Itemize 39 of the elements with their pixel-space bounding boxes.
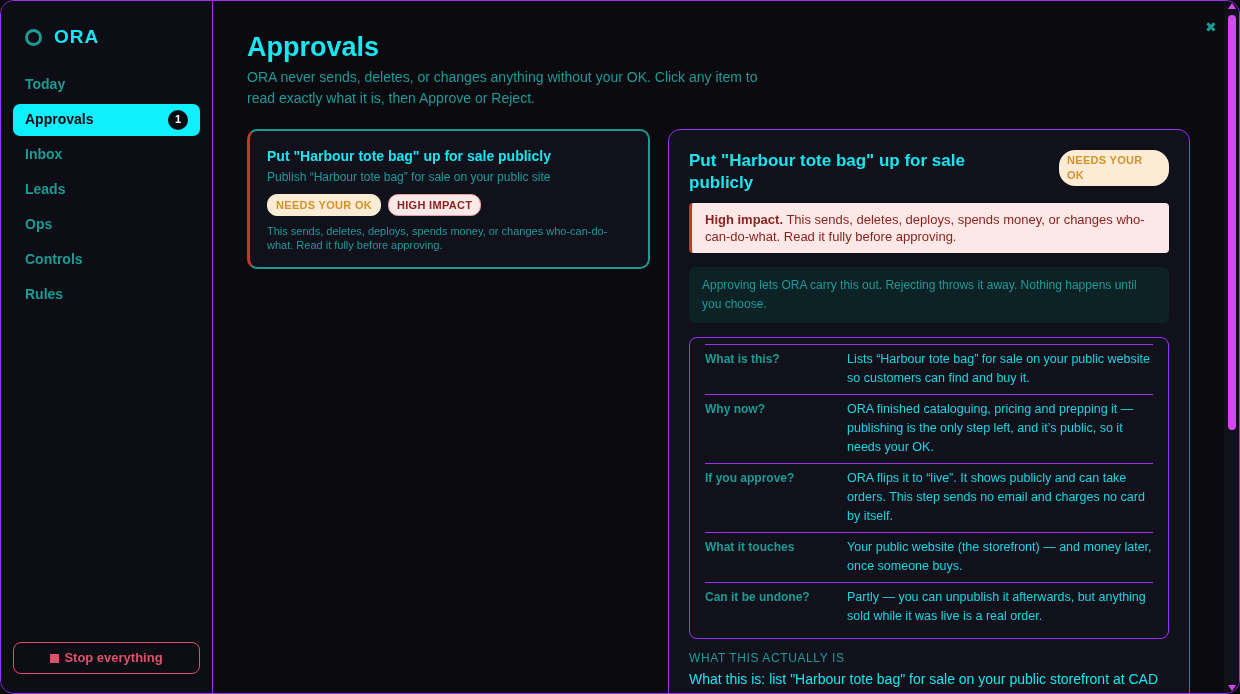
- fact-label: What is this?: [705, 351, 781, 368]
- nav-item[interactable]: Ops: [13, 208, 200, 241]
- close-button[interactable]: ✖: [1205, 19, 1217, 35]
- fact-value: Partly — you can unpublish it afterwards, but anything sold while it was live is a real order.: [847, 589, 1147, 625]
- fact-label: Can it be undone?: [705, 589, 811, 606]
- fact-value: ORA flips it to “live”. It shows publicly and can take orders. This step sends no email and charges no card by itself.: [847, 470, 1146, 525]
- fact-value: Your public website (the storefront) — and money later, once someone buys.: [847, 539, 1153, 575]
- page-title: Approvals: [247, 31, 381, 63]
- fact-value: ORA finished cataloguing, pricing and prepping it — publishing is the only step left, and it’s public, so it needs your OK.: [847, 401, 1135, 456]
- count-badge: 1: [168, 109, 188, 130]
- scroll-up-arrow-icon: [1227, 3, 1236, 9]
- logo-ring-icon: [25, 28, 42, 46]
- card-summary: Publish “Harbour tote bag” for sale on your public site: [267, 169, 552, 185]
- alert-message: High impact. This sends, deletes, deploys, spends money, or changes who-can-do-what. Read it fully before approving.: [689, 203, 1169, 253]
- nav-item[interactable]: Today: [13, 68, 200, 101]
- page-subtitle: ORA never sends, deletes, or changes anything without your OK. Click any item to read exactly what it is, then Approve or Reject.: [247, 68, 759, 108]
- scroll-down-arrow-icon: [1227, 685, 1236, 691]
- nav-item[interactable]: Approvals 1: [13, 103, 200, 136]
- stop-button[interactable]: Stop everything: [13, 642, 200, 674]
- info-message: Approving lets ORA carry this out. Rejecting throws it away. Nothing happens until you choose.: [689, 267, 1169, 323]
- detail-title: Put "Harbour tote bag" up for sale publicly: [689, 150, 966, 194]
- nav-item[interactable]: Controls: [13, 243, 200, 276]
- status-badge: NEEDS YOUR OK: [1059, 150, 1169, 186]
- section-label: WHAT THIS ACTUALLY IS: [689, 650, 846, 667]
- fact-label: If you approve?: [705, 470, 796, 487]
- section-text: What this is: list "Harbour tote bag" for sale on your public storefront at CAD: [689, 670, 1160, 688]
- nav-item[interactable]: Inbox: [13, 138, 200, 171]
- nav-item[interactable]: Rules: [13, 278, 200, 311]
- card-title: Put "Harbour tote bag" up for sale publicly: [267, 147, 552, 165]
- nav-item[interactable]: Leads: [13, 173, 200, 206]
- logo-text: ORA: [54, 25, 100, 49]
- stop-icon: [50, 653, 60, 663]
- tag-badge: NEEDS YOUR OK: [267, 194, 381, 216]
- card-note: This sends, deletes, deploys, spends money, or changes who-can-do-what. Read it fully before approving.: [267, 224, 609, 252]
- fact-label: What it touches: [705, 539, 796, 556]
- fact-label: Why now?: [705, 401, 766, 418]
- approval-card[interactable]: [247, 129, 650, 269]
- tag-badge: HIGH IMPACT: [388, 194, 482, 216]
- fact-value: Lists “Harbour tote bag” for sale on your public website so customers can find and buy it.: [847, 351, 1151, 387]
